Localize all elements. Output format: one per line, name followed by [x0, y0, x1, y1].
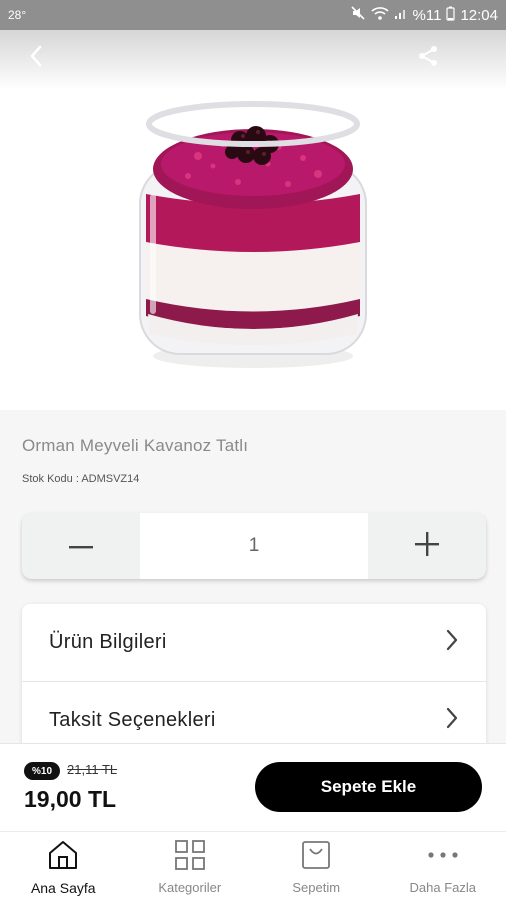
- tab-more-label: Daha Fazla: [409, 880, 476, 895]
- share-button[interactable]: [414, 44, 442, 72]
- tab-cart-label: Sepetim: [292, 880, 341, 895]
- status-icons: %11 12:04: [350, 5, 498, 25]
- plus-icon: [415, 531, 439, 561]
- tab-cart[interactable]: Sepetim: [253, 832, 380, 900]
- stock-code: Stok Kodu : ADMSVZ14: [22, 473, 140, 485]
- battery-percent: %11: [412, 6, 442, 24]
- home-icon: [47, 840, 79, 875]
- old-price: 21,11 TL: [67, 762, 118, 777]
- more-dots-icon: [426, 840, 460, 875]
- tab-home-label: Ana Sayfa: [30, 880, 96, 896]
- share-icon: [417, 45, 439, 72]
- product-info-label: Ürün Bilgileri: [49, 631, 167, 653]
- product-photo: [139, 101, 367, 368]
- back-button[interactable]: [22, 44, 50, 72]
- minus-icon: [69, 537, 93, 555]
- product-title: Orman Meyveli Kavanoz Tatlı: [22, 436, 249, 455]
- clock-time: 12:04: [460, 6, 498, 24]
- increase-quantity-button[interactable]: [368, 513, 486, 579]
- product-info-row[interactable]: Ürün Bilgileri: [22, 604, 486, 682]
- mute-icon: [350, 5, 366, 25]
- tab-categories-label: Kategoriler: [158, 880, 222, 895]
- status-bar: 28° %11 12:04: [0, 0, 506, 30]
- current-price: 19,00 TL: [24, 786, 117, 812]
- grid-icon: [174, 840, 205, 875]
- product-image-area: [0, 30, 506, 410]
- quantity-value[interactable]: 1: [140, 513, 368, 579]
- product-info-card: Ürün Bilgileri Taksit Seçenekleri: [22, 604, 486, 754]
- tab-categories[interactable]: Kategoriler: [127, 832, 254, 900]
- chevron-right-icon: [446, 629, 458, 656]
- add-to-cart-button[interactable]: Sepete Ekle: [255, 762, 482, 812]
- chevron-right-icon: [446, 707, 458, 734]
- discount-badge: %10: [24, 762, 60, 780]
- tab-more[interactable]: Daha Fazla: [380, 832, 506, 900]
- quantity-stepper: 1: [22, 513, 486, 579]
- weather-temperature: 28°: [8, 8, 27, 22]
- decrease-quantity-button[interactable]: [22, 513, 140, 579]
- signal-icon: [394, 6, 408, 24]
- chevron-left-icon: [29, 45, 43, 72]
- wifi-icon: [370, 5, 389, 25]
- cart-bag-icon: [301, 840, 331, 875]
- battery-icon: [446, 6, 456, 25]
- bottom-tab-bar: Ana Sayfa Kategoriler Sepetim Daha Fazla: [0, 831, 506, 900]
- tab-home[interactable]: Ana Sayfa: [0, 832, 127, 900]
- installment-options-label: Taksit Seçenekleri: [49, 709, 216, 731]
